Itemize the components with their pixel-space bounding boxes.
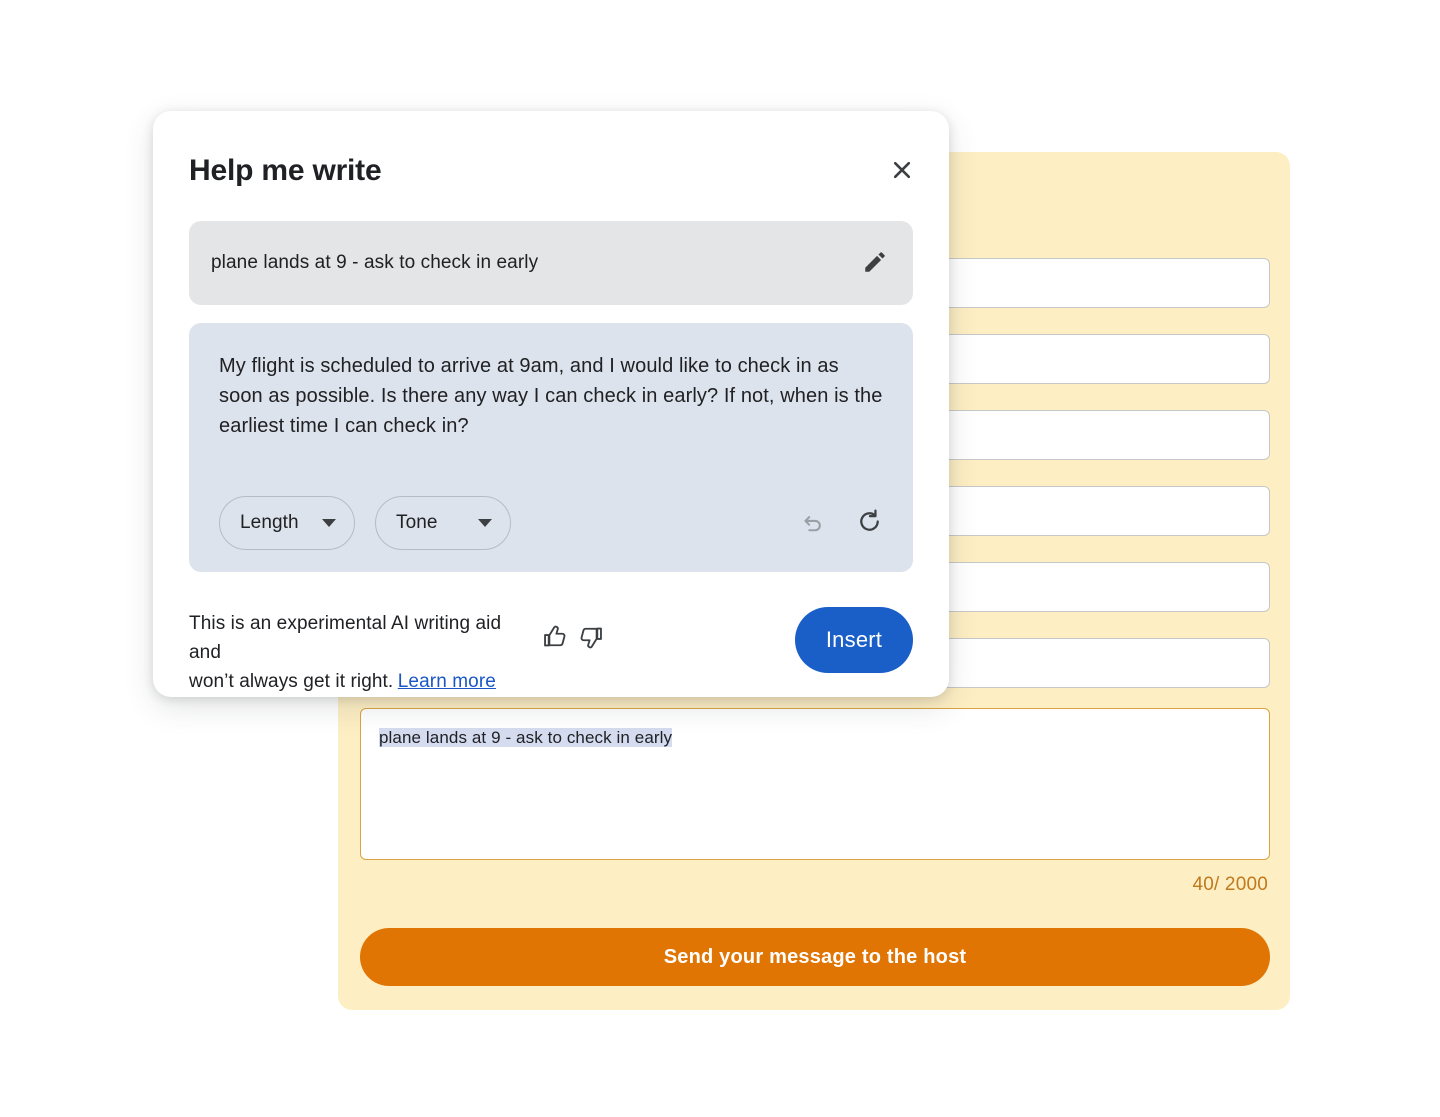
dialog-footer: This is an experimental AI writing aid a…: [189, 603, 913, 696]
pencil-icon: [862, 249, 888, 278]
generated-result-box: My flight is scheduled to arrive at 9am,…: [189, 323, 913, 572]
edit-prompt-button[interactable]: [859, 247, 891, 279]
disclaimer-line-one: This is an experimental AI writing aid a…: [189, 609, 609, 667]
send-message-button[interactable]: Send your message to the host: [360, 928, 1270, 986]
tone-dropdown[interactable]: Tone: [375, 496, 511, 550]
character-counter: 40/ 2000: [1192, 874, 1268, 895]
result-controls: Length Tone: [219, 496, 889, 550]
help-me-write-dialog: Help me write plane lands at 9 - ask to …: [153, 111, 949, 697]
dialog-title: Help me write: [189, 154, 382, 187]
feedback-icons: [537, 624, 609, 653]
thumbs-down-button[interactable]: [573, 624, 609, 653]
regenerate-button[interactable]: [849, 503, 889, 543]
generated-result-text: My flight is scheduled to arrive at 9am,…: [219, 355, 883, 437]
prompt-input-box[interactable]: plane lands at 9 - ask to check in early: [189, 221, 913, 305]
close-icon: [890, 158, 914, 185]
host-message-textarea[interactable]: plane lands at 9 - ask to check in early: [360, 708, 1270, 860]
chevron-down-icon: [322, 519, 336, 527]
undo-icon: [800, 509, 826, 538]
disclaimer-block: This is an experimental AI writing aid a…: [189, 603, 609, 696]
tone-dropdown-label: Tone: [396, 512, 438, 533]
refresh-icon: [856, 508, 883, 538]
length-dropdown[interactable]: Length: [219, 496, 355, 550]
thumbs-up-button[interactable]: [537, 624, 573, 653]
disclaimer-text-part2: won’t always get it right.: [189, 671, 394, 692]
learn-more-link[interactable]: Learn more: [398, 671, 496, 692]
chevron-down-icon: [478, 519, 492, 527]
thumbs-up-icon: [542, 624, 568, 653]
disclaimer-text-part1: This is an experimental AI writing aid a…: [189, 613, 502, 663]
undo-button[interactable]: [793, 503, 833, 543]
thumbs-down-icon: [578, 624, 604, 653]
insert-button[interactable]: Insert: [795, 607, 913, 673]
disclaimer-line-two: won’t always get it right. Learn more: [189, 667, 609, 696]
close-button[interactable]: [885, 154, 919, 188]
dialog-header: Help me write: [189, 151, 919, 191]
host-message-value: plane lands at 9 - ask to check in early: [379, 728, 673, 747]
prompt-value: plane lands at 9 - ask to check in early: [211, 252, 539, 273]
length-dropdown-label: Length: [240, 512, 299, 533]
